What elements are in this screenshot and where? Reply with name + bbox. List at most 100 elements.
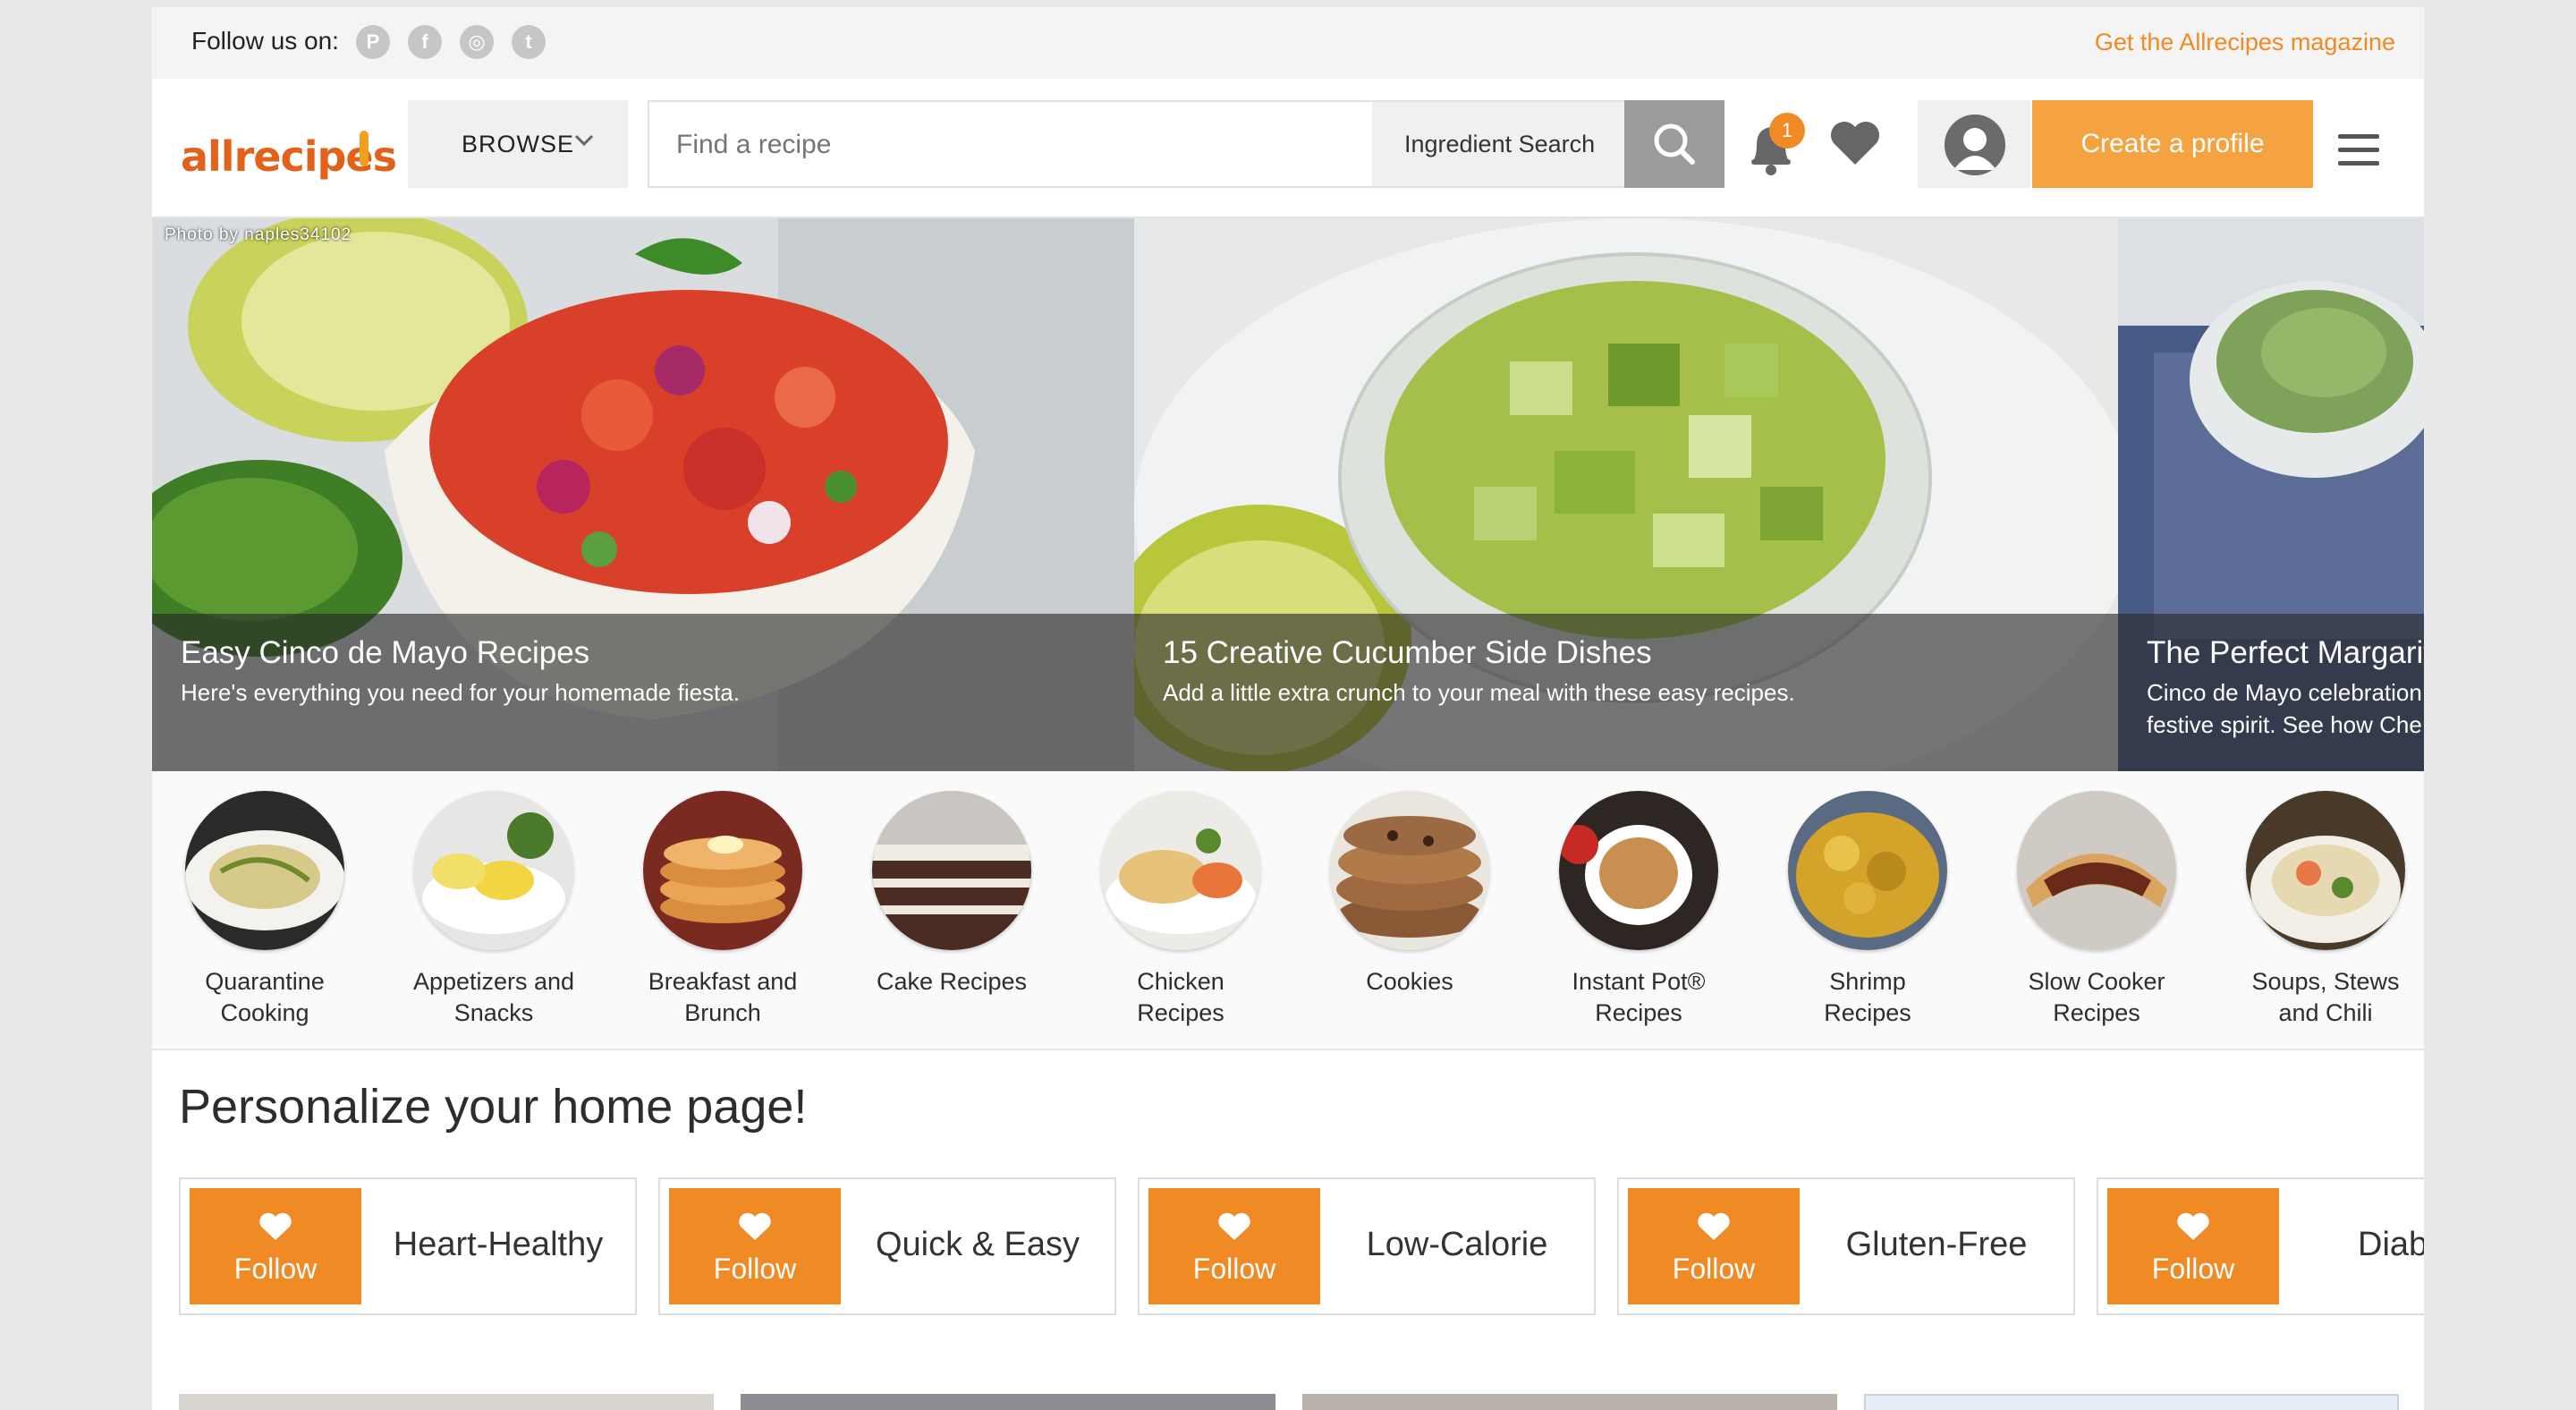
category-label: Cookies xyxy=(1366,968,1453,995)
slide-caption: Easy Cinco de Mayo Recipes Here's everyt… xyxy=(152,614,1134,771)
category-cookies[interactable]: Cookies xyxy=(1295,791,1524,998)
slide-caption: 15 Creative Cucumber Side Dishes Add a l… xyxy=(1134,614,2118,771)
heart-icon xyxy=(259,1212,292,1240)
personalize-card-label: Gluten-Free xyxy=(1845,1226,2028,1263)
follow-button[interactable]: Follow xyxy=(1628,1188,1800,1304)
slide-caption: The Perfect Margarita Cinco de Mayo cele… xyxy=(2118,614,2424,771)
category-image xyxy=(414,791,573,950)
notifications-button[interactable]: 1 xyxy=(1733,102,1814,188)
search-input[interactable] xyxy=(676,125,1338,165)
follow-label: Follow xyxy=(713,1253,797,1285)
recipe-card-image[interactable] xyxy=(741,1394,1275,1410)
personalize-title: Personalize your home page! xyxy=(179,1080,808,1134)
magazine-link[interactable]: Get the Allrecipes magazine xyxy=(2095,29,2395,56)
category-image xyxy=(1788,791,1947,950)
facebook-icon[interactable]: f xyxy=(408,25,442,59)
pinterest-icon[interactable]: P xyxy=(356,25,390,59)
category-shrimp-recipes[interactable]: Shrimp Recipes xyxy=(1753,791,1982,1029)
search-icon xyxy=(1654,123,1695,165)
category-breakfast-brunch[interactable]: Breakfast and Brunch xyxy=(608,791,837,1029)
personalize-card-low-calorie: Follow Low-Calorie xyxy=(1138,1177,1596,1315)
category-label-line2: Brunch xyxy=(684,999,761,1026)
category-label: Quarantine xyxy=(205,968,325,995)
twitter-icon[interactable]: t xyxy=(512,25,546,59)
carousel-slide[interactable]: 15 Creative Cucumber Side Dishes Add a l… xyxy=(1134,218,2118,771)
follow-label: Follow xyxy=(1192,1253,1276,1285)
category-image xyxy=(1101,791,1260,950)
photo-credit: Photo by naples34102 xyxy=(165,225,352,244)
personalize-card-diabetic: Follow Diab xyxy=(2097,1177,2424,1315)
search-button[interactable] xyxy=(1624,100,1724,188)
saved-recipes-heart-icon[interactable] xyxy=(1826,115,1884,172)
category-image xyxy=(2017,791,2176,950)
slide-subtitle: Here's everything you need for your home… xyxy=(181,679,740,706)
follow-bar: Follow us on: P f ◎ t Get the Allrecipes… xyxy=(152,7,2424,79)
logo-accent xyxy=(360,131,369,166)
profile-avatar-button[interactable] xyxy=(1918,100,2030,188)
heart-icon xyxy=(739,1212,771,1240)
category-label: Appetizers and xyxy=(412,968,575,995)
slide-subtitle: Add a little extra crunch to your meal w… xyxy=(1163,679,1795,706)
slide-title: 15 Creative Cucumber Side Dishes xyxy=(1163,635,1652,670)
follow-button[interactable]: Follow xyxy=(190,1188,361,1304)
follow-button[interactable]: Follow xyxy=(1148,1188,1320,1304)
slide-subtitle-line2: festive spirit. See how Che xyxy=(2147,711,2422,738)
personalize-card-label: Low-Calorie xyxy=(1366,1226,1548,1263)
category-cake-recipes[interactable]: Cake Recipes xyxy=(837,791,1066,998)
category-label-line2: Recipes xyxy=(1824,999,1911,1026)
slide-subtitle: Cinco de Mayo celebration xyxy=(2147,679,2422,706)
category-image xyxy=(185,791,344,950)
avatar-icon xyxy=(1945,115,2005,175)
category-slow-cooker-recipes[interactable]: Slow Cooker Recipes xyxy=(1982,791,2211,1029)
chevron-down-icon xyxy=(574,134,594,147)
hero-carousel: Photo by naples34102 Easy Cinco de Mayo … xyxy=(152,218,2424,771)
personalize-card-label: Quick & Easy xyxy=(875,1226,1080,1263)
slide-title: The Perfect Margarita xyxy=(2147,635,2424,670)
carousel-slide[interactable]: Photo by naples34102 Easy Cinco de Mayo … xyxy=(152,218,1134,771)
follow-label: Follow xyxy=(2151,1253,2235,1285)
search-bar: Ingredient Search xyxy=(648,100,1724,188)
follow-label: Follow xyxy=(1672,1253,1756,1285)
category-label: Instant Pot® xyxy=(1572,968,1706,995)
category-appetizers-snacks[interactable]: Appetizers and Snacks xyxy=(379,791,608,1029)
category-image xyxy=(1559,791,1718,950)
personalize-card-gluten-free: Follow Gluten-Free xyxy=(1617,1177,2075,1315)
category-chicken-recipes[interactable]: Chicken Recipes xyxy=(1066,791,1295,1029)
category-label: Soups, Stews xyxy=(2251,968,2400,995)
category-label: Breakfast and xyxy=(648,968,798,995)
heart-icon xyxy=(1698,1212,1730,1240)
recipe-card-image[interactable] xyxy=(179,1394,714,1410)
follow-button[interactable]: Follow xyxy=(669,1188,841,1304)
follow-label: Follow xyxy=(233,1253,318,1285)
category-instant-pot-recipes[interactable]: Instant Pot® Recipes xyxy=(1524,791,1753,1029)
category-label-line2: Cooking xyxy=(220,999,309,1026)
category-label: Shrimp xyxy=(1829,968,1906,995)
carousel-slide[interactable]: The Perfect Margarita Cinco de Mayo cele… xyxy=(2118,218,2424,771)
slide-title: Easy Cinco de Mayo Recipes xyxy=(181,635,590,670)
category-label-line2: Recipes xyxy=(1595,999,1682,1026)
category-label-line2: Snacks xyxy=(453,999,534,1026)
browse-label: BROWSE xyxy=(462,131,575,157)
category-soups-stews-chili[interactable]: Soups, Stews and Chili xyxy=(2211,791,2424,1029)
personalize-card-heart-healthy: Follow Heart-Healthy xyxy=(179,1177,637,1315)
instagram-icon[interactable]: ◎ xyxy=(460,25,494,59)
category-strip: Quarantine Cooking Appetizers and Snacks B… xyxy=(152,771,2424,1050)
category-image xyxy=(872,791,1031,950)
follow-button[interactable]: Follow xyxy=(2107,1188,2279,1304)
create-profile-button[interactable]: Create a profile xyxy=(2032,100,2313,188)
bell-icon xyxy=(1751,127,1791,175)
category-image xyxy=(1330,791,1489,950)
category-quarantine-cooking[interactable]: Quarantine Cooking xyxy=(152,791,379,1029)
heart-icon xyxy=(1218,1212,1250,1240)
page: Follow us on: P f ◎ t Get the Allrecipes… xyxy=(152,7,2424,1410)
ingredient-search-label: Ingredient Search xyxy=(1404,131,1596,157)
hamburger-menu-icon[interactable] xyxy=(2338,134,2379,166)
ingredient-search-button[interactable]: Ingredient Search xyxy=(1372,102,1624,186)
category-label: Cake Recipes xyxy=(876,968,1028,995)
category-label-line2: Recipes xyxy=(1137,999,1224,1026)
recipe-card-image[interactable] xyxy=(1302,1394,1837,1410)
follow-label: Follow us on: xyxy=(191,27,339,55)
ad-banner[interactable] xyxy=(1864,1394,2399,1410)
personalize-card-label: Diab xyxy=(2358,1226,2424,1263)
browse-menu-button[interactable]: BROWSE xyxy=(408,100,628,188)
